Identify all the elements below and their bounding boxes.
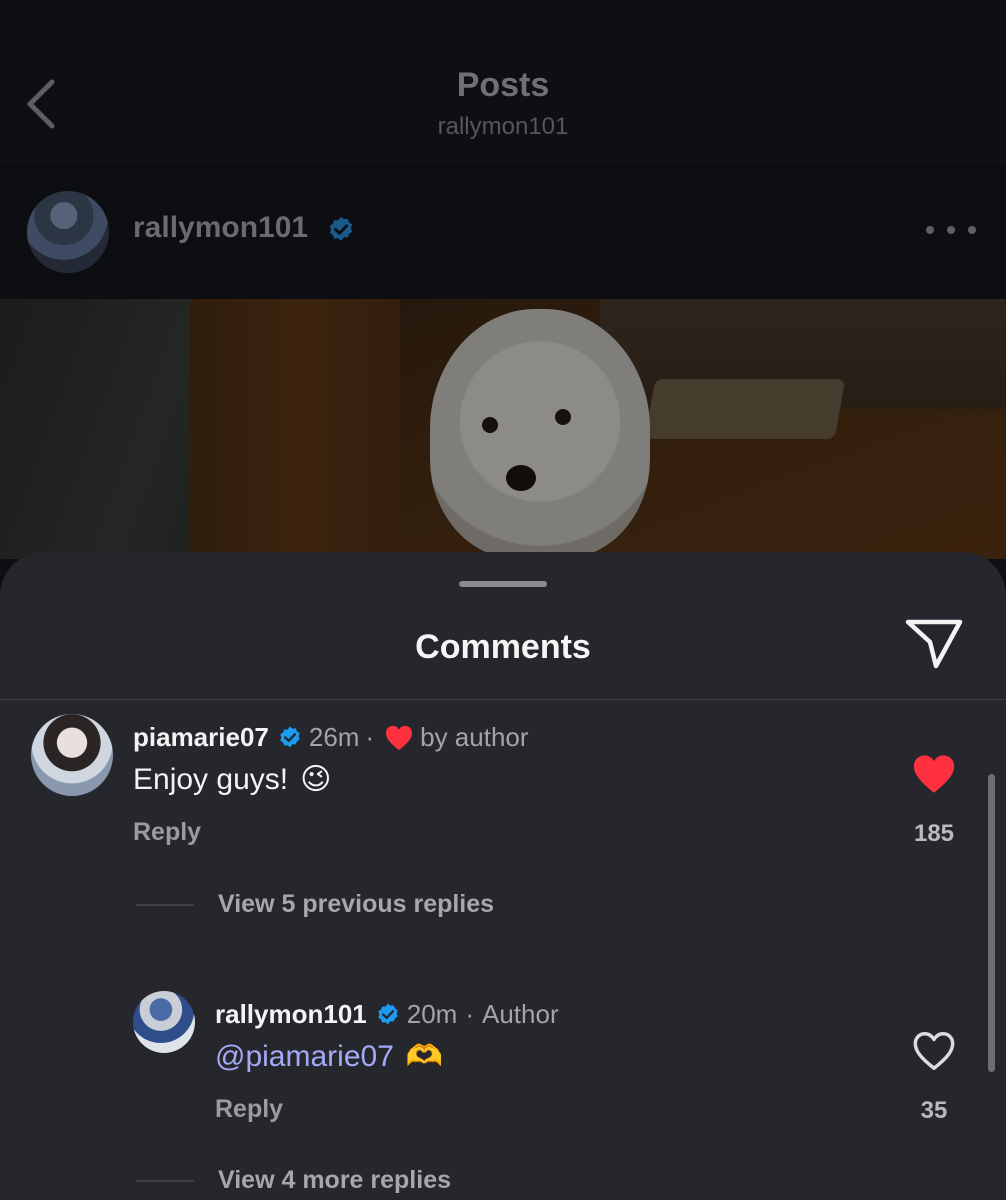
commenter-avatar[interactable] <box>31 714 113 796</box>
heart-filled-icon <box>386 725 413 750</box>
like-count: 35 <box>920 1097 948 1124</box>
heart-filled-icon <box>913 755 955 793</box>
replies-connector-line <box>136 1180 194 1182</box>
wink-emoji: 😉 <box>300 763 332 796</box>
comments-title: Comments <box>415 628 591 666</box>
sheet-divider <box>0 699 1006 700</box>
heart-hands-emoji: 🫶 <box>405 1040 444 1073</box>
comment-header: piamarie07 26m · by author <box>133 722 529 753</box>
top-navigation-bar: Posts rallymon101 <box>0 0 1006 162</box>
verified-badge-icon <box>280 726 300 747</box>
send-icon <box>905 619 963 669</box>
mention-link[interactable]: @piamarie07 <box>215 1040 394 1074</box>
comment-text-row: Enjoy guys! 😉 <box>133 762 331 797</box>
share-button[interactable] <box>902 616 966 672</box>
scrollbar[interactable] <box>988 774 995 1072</box>
sheet-drag-handle[interactable] <box>459 581 547 587</box>
heart-outline-icon <box>913 1032 955 1070</box>
post-photo[interactable] <box>0 299 1006 559</box>
author-label: Author <box>482 999 559 1029</box>
comments-sheet: Comments piamarie07 26m · by author Enjo… <box>0 552 1006 1200</box>
verified-badge-icon <box>378 1003 398 1024</box>
more-options-button[interactable] <box>926 215 976 245</box>
post-author-avatar[interactable] <box>27 191 109 273</box>
reply-time: 20m <box>406 999 458 1029</box>
like-button[interactable] <box>911 752 957 796</box>
view-previous-replies-link[interactable]: View 5 previous replies <box>218 890 494 919</box>
more-dot <box>968 226 976 234</box>
reply-username[interactable]: rallymon101 <box>215 999 367 1030</box>
page-subtitle: rallymon101 <box>437 113 569 140</box>
photo-dim-overlay <box>0 299 1006 559</box>
liked-by-author-label: by author <box>420 722 529 752</box>
reply-author-avatar[interactable] <box>133 991 195 1053</box>
comment-username[interactable]: piamarie07 <box>133 722 269 753</box>
comment-time: 26m <box>308 722 360 752</box>
reply-header: rallymon101 20m · Author <box>215 999 559 1030</box>
post-header: rallymon101 <box>0 163 1006 299</box>
reply-button[interactable]: Reply <box>215 1095 283 1124</box>
like-button[interactable] <box>911 1029 957 1073</box>
page-title: Posts <box>456 66 550 104</box>
view-more-replies-link[interactable]: View 4 more replies <box>218 1166 451 1195</box>
post-author-username[interactable]: rallymon101 <box>133 211 308 245</box>
reply-text-row: @piamarie07 🫶 <box>215 1039 443 1074</box>
verified-badge-icon <box>329 216 353 241</box>
like-count: 185 <box>913 820 955 847</box>
more-dot <box>947 226 955 234</box>
more-horizontal-icon <box>926 226 934 234</box>
comment-text: Enjoy guys! <box>133 762 289 796</box>
meta-separator: · <box>465 999 474 1029</box>
reply-button[interactable]: Reply <box>133 818 201 847</box>
replies-connector-line <box>136 904 194 906</box>
meta-separator: · <box>365 722 375 752</box>
